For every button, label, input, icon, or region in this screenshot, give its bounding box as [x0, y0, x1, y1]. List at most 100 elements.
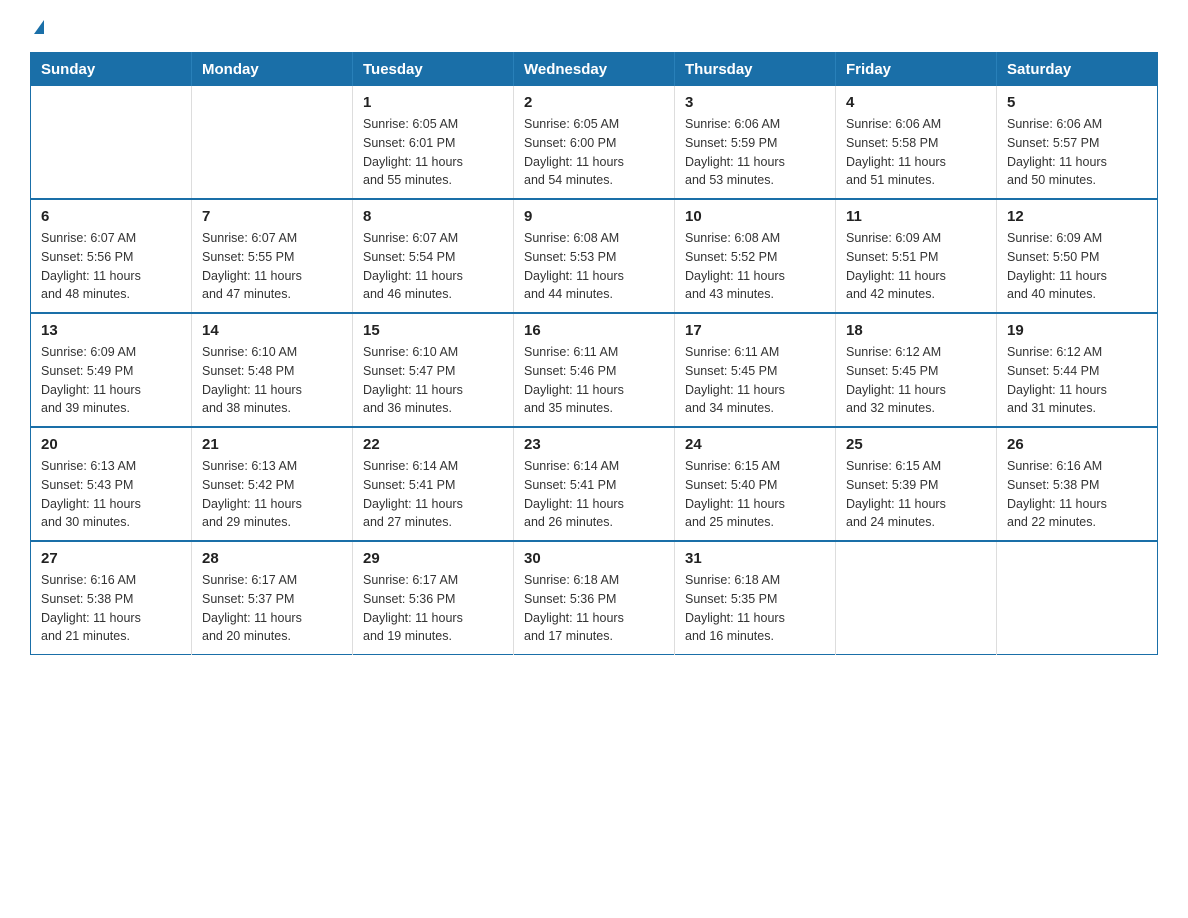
day-info: Sunrise: 6:09 AM Sunset: 5:50 PM Dayligh… [1007, 229, 1147, 304]
day-info: Sunrise: 6:07 AM Sunset: 5:54 PM Dayligh… [363, 229, 503, 304]
calendar-header-row: SundayMondayTuesdayWednesdayThursdayFrid… [31, 53, 1158, 87]
day-number: 16 [524, 322, 664, 339]
calendar-cell: 14 Sunrise: 6:10 AM Sunset: 5:48 PM Dayli… [192, 313, 353, 427]
calendar-cell: 21 Sunrise: 6:13 AM Sunset: 5:42 PM Dayli… [192, 427, 353, 541]
day-info: Sunrise: 6:08 AM Sunset: 5:52 PM Dayligh… [685, 229, 825, 304]
day-number: 1 [363, 94, 503, 111]
day-info: Sunrise: 6:11 AM Sunset: 5:46 PM Dayligh… [524, 343, 664, 418]
day-of-week-header: Saturday [997, 53, 1158, 87]
day-of-week-header: Thursday [675, 53, 836, 87]
calendar-cell: 19 Sunrise: 6:12 AM Sunset: 5:44 PM Dayli… [997, 313, 1158, 427]
calendar-cell: 12 Sunrise: 6:09 AM Sunset: 5:50 PM Dayli… [997, 199, 1158, 313]
day-number: 25 [846, 436, 986, 453]
day-number: 4 [846, 94, 986, 111]
day-info: Sunrise: 6:10 AM Sunset: 5:48 PM Dayligh… [202, 343, 342, 418]
day-info: Sunrise: 6:09 AM Sunset: 5:49 PM Dayligh… [41, 343, 181, 418]
day-info: Sunrise: 6:16 AM Sunset: 5:38 PM Dayligh… [1007, 457, 1147, 532]
day-number: 10 [685, 208, 825, 225]
calendar-week-row: 13 Sunrise: 6:09 AM Sunset: 5:49 PM Dayli… [31, 313, 1158, 427]
day-of-week-header: Monday [192, 53, 353, 87]
day-number: 21 [202, 436, 342, 453]
day-number: 19 [1007, 322, 1147, 339]
day-number: 26 [1007, 436, 1147, 453]
day-number: 22 [363, 436, 503, 453]
day-number: 9 [524, 208, 664, 225]
day-info: Sunrise: 6:06 AM Sunset: 5:59 PM Dayligh… [685, 115, 825, 190]
calendar-cell [31, 86, 192, 199]
calendar-cell: 9 Sunrise: 6:08 AM Sunset: 5:53 PM Daylig… [514, 199, 675, 313]
day-info: Sunrise: 6:06 AM Sunset: 5:57 PM Dayligh… [1007, 115, 1147, 190]
calendar-cell: 6Sunrise: 6:07 AM Sunset: 5:56 PM Daylig… [31, 199, 192, 313]
calendar-cell: 23Sunrise: 6:14 AM Sunset: 5:41 PM Dayli… [514, 427, 675, 541]
day-number: 12 [1007, 208, 1147, 225]
calendar-cell: 13 Sunrise: 6:09 AM Sunset: 5:49 PM Dayli… [31, 313, 192, 427]
calendar-cell: 2 Sunrise: 6:05 AM Sunset: 6:00 PM Daylig… [514, 86, 675, 199]
day-number: 17 [685, 322, 825, 339]
day-info: Sunrise: 6:16 AM Sunset: 5:38 PM Dayligh… [41, 571, 181, 646]
calendar-cell: 17 Sunrise: 6:11 AM Sunset: 5:45 PM Dayli… [675, 313, 836, 427]
calendar-cell: 25 Sunrise: 6:15 AM Sunset: 5:39 PM Dayli… [836, 427, 997, 541]
day-info: Sunrise: 6:14 AM Sunset: 5:41 PM Dayligh… [363, 457, 503, 532]
day-info: Sunrise: 6:17 AM Sunset: 5:36 PM Dayligh… [363, 571, 503, 646]
calendar-cell: 8 Sunrise: 6:07 AM Sunset: 5:54 PM Daylig… [353, 199, 514, 313]
calendar-cell: 29 Sunrise: 6:17 AM Sunset: 5:36 PM Dayli… [353, 541, 514, 655]
day-of-week-header: Friday [836, 53, 997, 87]
day-info: Sunrise: 6:13 AM Sunset: 5:43 PM Dayligh… [41, 457, 181, 532]
calendar-week-row: 20 Sunrise: 6:13 AM Sunset: 5:43 PM Dayli… [31, 427, 1158, 541]
day-info: Sunrise: 6:09 AM Sunset: 5:51 PM Dayligh… [846, 229, 986, 304]
day-info: Sunrise: 6:18 AM Sunset: 5:36 PM Dayligh… [524, 571, 664, 646]
day-number: 7 [202, 208, 342, 225]
calendar-cell [836, 541, 997, 655]
logo-blue-part [32, 20, 44, 36]
calendar-cell: 10 Sunrise: 6:08 AM Sunset: 5:52 PM Dayli… [675, 199, 836, 313]
calendar-week-row: 27 Sunrise: 6:16 AM Sunset: 5:38 PM Dayli… [31, 541, 1158, 655]
calendar-cell: 7 Sunrise: 6:07 AM Sunset: 5:55 PM Daylig… [192, 199, 353, 313]
calendar-cell: 3 Sunrise: 6:06 AM Sunset: 5:59 PM Daylig… [675, 86, 836, 199]
day-info: Sunrise: 6:05 AM Sunset: 6:00 PM Dayligh… [524, 115, 664, 190]
day-number: 20 [41, 436, 181, 453]
day-info: Sunrise: 6:08 AM Sunset: 5:53 PM Dayligh… [524, 229, 664, 304]
calendar-cell: 30Sunrise: 6:18 AM Sunset: 5:36 PM Dayli… [514, 541, 675, 655]
day-info: Sunrise: 6:10 AM Sunset: 5:47 PM Dayligh… [363, 343, 503, 418]
day-info: Sunrise: 6:12 AM Sunset: 5:44 PM Dayligh… [1007, 343, 1147, 418]
calendar-cell: 16 Sunrise: 6:11 AM Sunset: 5:46 PM Dayli… [514, 313, 675, 427]
day-info: Sunrise: 6:15 AM Sunset: 5:39 PM Dayligh… [846, 457, 986, 532]
calendar-week-row: 1 Sunrise: 6:05 AM Sunset: 6:01 PM Daylig… [31, 86, 1158, 199]
header [30, 20, 1158, 36]
calendar-cell [997, 541, 1158, 655]
day-number: 24 [685, 436, 825, 453]
day-number: 14 [202, 322, 342, 339]
calendar-cell: 22 Sunrise: 6:14 AM Sunset: 5:41 PM Dayli… [353, 427, 514, 541]
day-info: Sunrise: 6:05 AM Sunset: 6:01 PM Dayligh… [363, 115, 503, 190]
day-number: 2 [524, 94, 664, 111]
day-number: 23 [524, 436, 664, 453]
calendar-cell [192, 86, 353, 199]
day-number: 27 [41, 550, 181, 567]
calendar-week-row: 6Sunrise: 6:07 AM Sunset: 5:56 PM Daylig… [31, 199, 1158, 313]
day-info: Sunrise: 6:11 AM Sunset: 5:45 PM Dayligh… [685, 343, 825, 418]
day-number: 31 [685, 550, 825, 567]
calendar-cell: 5Sunrise: 6:06 AM Sunset: 5:57 PM Daylig… [997, 86, 1158, 199]
day-info: Sunrise: 6:06 AM Sunset: 5:58 PM Dayligh… [846, 115, 986, 190]
day-info: Sunrise: 6:18 AM Sunset: 5:35 PM Dayligh… [685, 571, 825, 646]
day-info: Sunrise: 6:07 AM Sunset: 5:55 PM Dayligh… [202, 229, 342, 304]
logo-triangle-icon [34, 20, 44, 34]
day-number: 28 [202, 550, 342, 567]
day-number: 8 [363, 208, 503, 225]
day-number: 13 [41, 322, 181, 339]
day-of-week-header: Sunday [31, 53, 192, 87]
calendar-cell: 24 Sunrise: 6:15 AM Sunset: 5:40 PM Dayli… [675, 427, 836, 541]
day-info: Sunrise: 6:17 AM Sunset: 5:37 PM Dayligh… [202, 571, 342, 646]
calendar-cell: 20 Sunrise: 6:13 AM Sunset: 5:43 PM Dayli… [31, 427, 192, 541]
calendar-cell: 4 Sunrise: 6:06 AM Sunset: 5:58 PM Daylig… [836, 86, 997, 199]
day-number: 11 [846, 208, 986, 225]
day-info: Sunrise: 6:12 AM Sunset: 5:45 PM Dayligh… [846, 343, 986, 418]
calendar-cell: 26 Sunrise: 6:16 AM Sunset: 5:38 PM Dayli… [997, 427, 1158, 541]
day-info: Sunrise: 6:15 AM Sunset: 5:40 PM Dayligh… [685, 457, 825, 532]
calendar-cell: 31 Sunrise: 6:18 AM Sunset: 5:35 PM Dayli… [675, 541, 836, 655]
day-info: Sunrise: 6:13 AM Sunset: 5:42 PM Dayligh… [202, 457, 342, 532]
day-number: 29 [363, 550, 503, 567]
day-number: 3 [685, 94, 825, 111]
day-of-week-header: Tuesday [353, 53, 514, 87]
calendar-cell: 15Sunrise: 6:10 AM Sunset: 5:47 PM Dayli… [353, 313, 514, 427]
